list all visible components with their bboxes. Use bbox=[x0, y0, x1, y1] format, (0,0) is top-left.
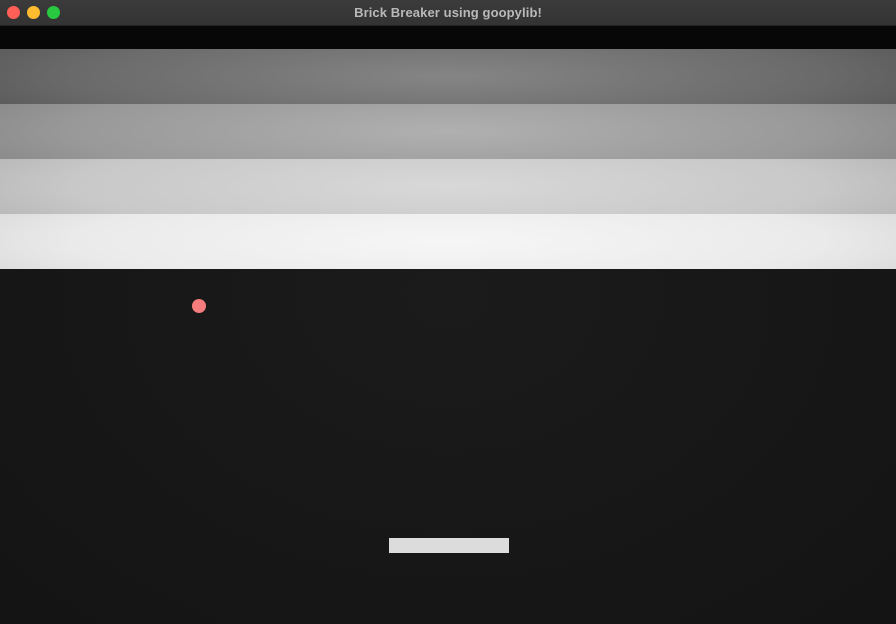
game-canvas[interactable] bbox=[0, 26, 896, 624]
title-bar[interactable]: Brick Breaker using goopylib! bbox=[0, 0, 896, 26]
brick-row-3 bbox=[0, 159, 896, 214]
brick-row-4 bbox=[0, 214, 896, 269]
brick-row-2 bbox=[0, 104, 896, 159]
ball bbox=[192, 299, 206, 313]
window-title: Brick Breaker using goopylib! bbox=[354, 5, 542, 20]
brick-row-0 bbox=[0, 26, 896, 49]
paddle[interactable] bbox=[389, 538, 509, 553]
app-window: Brick Breaker using goopylib! bbox=[0, 0, 896, 624]
brick-row-1 bbox=[0, 49, 896, 104]
